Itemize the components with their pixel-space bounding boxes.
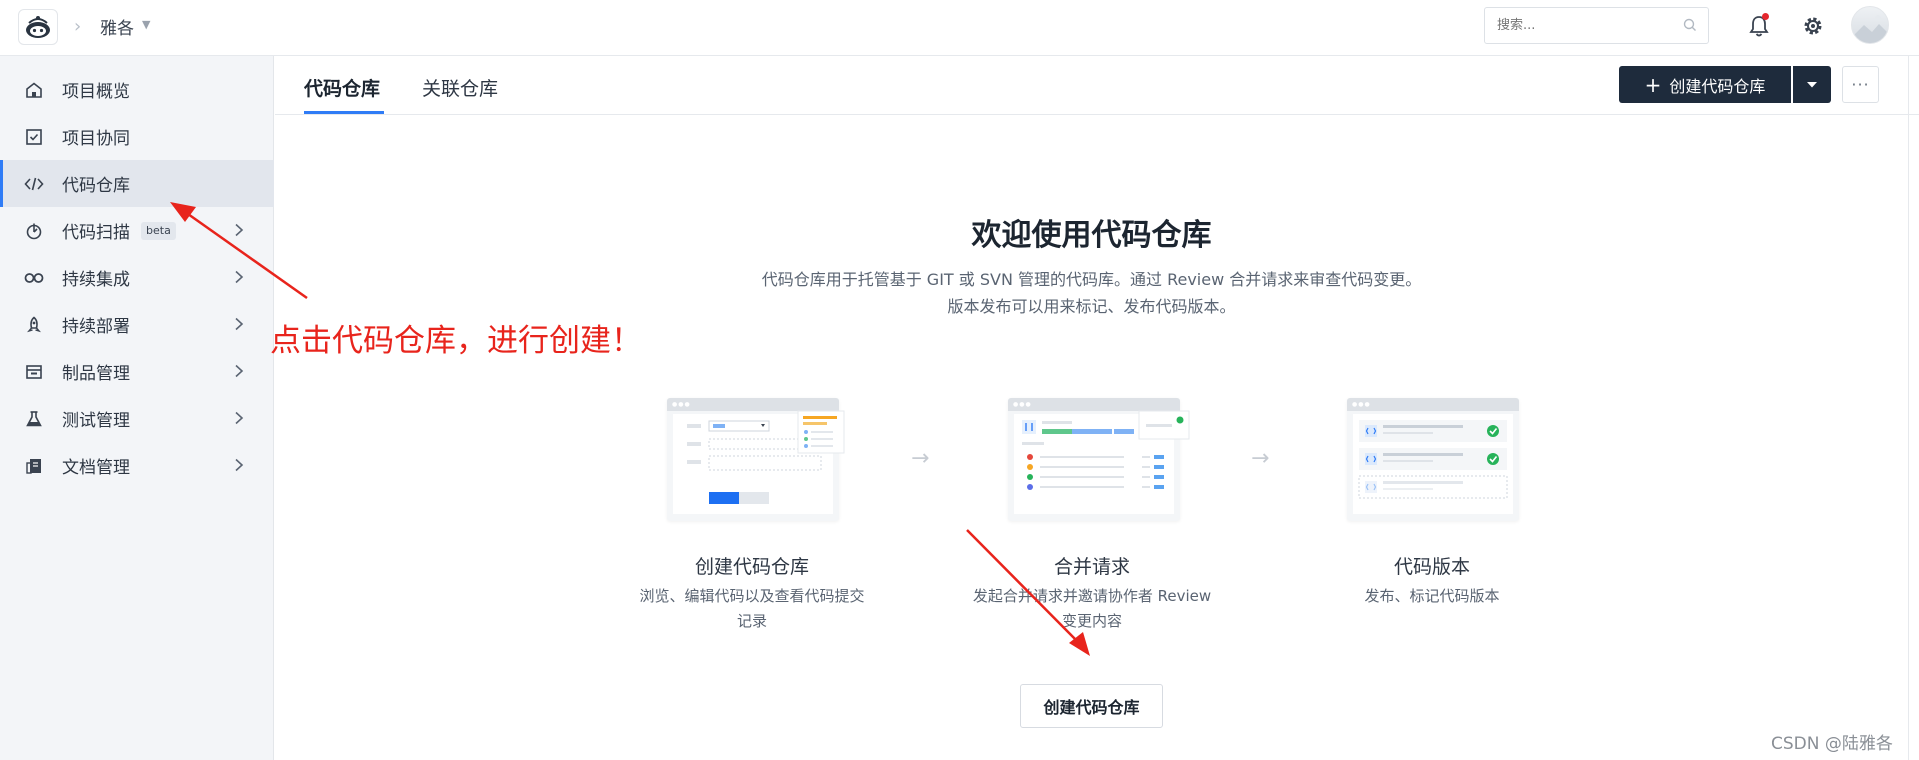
chevron-right-icon xyxy=(235,317,244,331)
sidebar-item-label: 代码仓库 xyxy=(62,176,130,196)
sidebar-item-collaboration[interactable]: 项目协同 xyxy=(0,113,274,160)
caret-down-icon xyxy=(1807,81,1817,87)
create-repo-main-button[interactable]: 创建代码仓库 xyxy=(1020,684,1163,728)
avatar-image-icon xyxy=(1852,15,1888,43)
project-caret-icon[interactable]: ▼ xyxy=(142,18,150,31)
card-title-create-repo: 创建代码仓库 xyxy=(694,556,809,578)
package-icon xyxy=(24,362,44,382)
rocket-icon xyxy=(24,315,44,335)
project-name[interactable]: 雅各 xyxy=(100,14,134,39)
chevron-right-icon xyxy=(235,458,244,472)
create-repo-button[interactable]: + 创建代码仓库 xyxy=(1619,66,1791,103)
search-box[interactable] xyxy=(1484,7,1709,44)
sidebar-item-label: 持续部署 xyxy=(62,317,130,337)
code-version-illustration: ●●● xyxy=(1347,398,1519,521)
welcome-description-line1: 代码仓库用于托管基于 GIT 或 SVN 管理的代码库。通过 Review 合并… xyxy=(761,270,1422,289)
code-icon xyxy=(24,174,44,194)
sidebar-item-label: 持续集成 xyxy=(62,270,130,290)
flask-icon xyxy=(24,409,44,429)
sidebar-item-cd[interactable]: 持续部署 xyxy=(0,301,274,348)
infinity-icon xyxy=(24,268,44,288)
sidebar-item-label: 测试管理 xyxy=(62,411,130,431)
sidebar-item-testing[interactable]: 测试管理 xyxy=(0,395,274,442)
tab-bar: 代码仓库 关联仓库 + 创建代码仓库 ··· xyxy=(275,56,1919,115)
active-tab-indicator xyxy=(304,111,384,114)
more-horizontal-icon: ··· xyxy=(1851,75,1870,94)
welcome-title: 欢迎使用代码仓库 xyxy=(971,218,1212,253)
notification-dot xyxy=(1762,13,1769,20)
create-repo-illustration: ●●● xyxy=(667,398,845,521)
gear-icon[interactable] xyxy=(1801,14,1825,38)
chevron-right-icon xyxy=(235,270,244,284)
step-arrow-icon: → xyxy=(911,446,930,471)
beta-badge: beta xyxy=(141,222,176,240)
chevron-right-icon xyxy=(235,411,244,425)
document-icon xyxy=(24,456,44,476)
scrollbar-edge xyxy=(1908,56,1909,760)
more-options-button[interactable]: ··· xyxy=(1842,66,1879,103)
search-input[interactable] xyxy=(1485,8,1665,43)
chevron-right-icon xyxy=(235,364,244,378)
sidebar-item-label: 代码扫描 xyxy=(62,223,130,243)
card-title-code-version: 代码版本 xyxy=(1393,556,1470,578)
welcome-description-line2: 版本发布可以用来标记、发布代码版本。 xyxy=(947,297,1236,316)
search-icon[interactable] xyxy=(1682,17,1698,33)
tab-linked-repo[interactable]: 关联仓库 xyxy=(422,74,498,101)
card-desc-merge-request-line1: 发起合并请求并邀请协作者 Review xyxy=(972,587,1212,605)
checkbox-board-icon xyxy=(24,127,44,147)
sidebar-item-label: 文档管理 xyxy=(62,458,130,478)
sidebar-item-label: 项目协同 xyxy=(62,129,130,149)
create-repo-label: 创建代码仓库 xyxy=(1669,76,1766,96)
tab-code-repo[interactable]: 代码仓库 xyxy=(304,74,380,101)
card-desc-create-repo-line1: 浏览、编辑代码以及查看代码提交 xyxy=(639,587,865,605)
sidebar: 项目概览 项目协同 代码仓库 代码扫描 beta 持续集成 持续部署 制品管理 … xyxy=(0,56,274,760)
sidebar-item-label: 项目概览 xyxy=(62,82,130,102)
sidebar-item-label: 制品管理 xyxy=(62,364,130,384)
home-icon xyxy=(24,80,44,100)
sidebar-item-overview[interactable]: 项目概览 xyxy=(0,66,274,113)
watermark: CSDN @陆雅各 xyxy=(1771,734,1893,754)
card-title-merge-request: 合并请求 xyxy=(1053,556,1130,578)
merge-request-illustration: ●●● xyxy=(1008,398,1190,521)
chevron-right-icon xyxy=(235,223,244,237)
card-desc-merge-request-line2: 变更内容 xyxy=(1061,612,1122,630)
create-repo-dropdown-button[interactable] xyxy=(1793,66,1831,103)
top-bar: › 雅各 ▼ xyxy=(0,0,1919,56)
scan-icon xyxy=(24,221,44,241)
card-desc-code-version: 发布、标记代码版本 xyxy=(1364,587,1500,605)
sidebar-item-code-repo[interactable]: 代码仓库 xyxy=(0,160,274,207)
avatar[interactable] xyxy=(1851,6,1889,44)
sidebar-item-code-scan[interactable]: 代码扫描 beta xyxy=(0,207,274,254)
annotation-text: 点击代码仓库，进行创建！ xyxy=(270,323,642,359)
sidebar-item-docs[interactable]: 文档管理 xyxy=(0,442,274,489)
app-logo[interactable] xyxy=(18,9,58,45)
logo-icon xyxy=(26,16,50,38)
breadcrumb-separator-icon: › xyxy=(74,16,82,37)
sidebar-item-artifacts[interactable]: 制品管理 xyxy=(0,348,274,395)
step-arrow-icon: → xyxy=(1251,446,1270,471)
card-desc-create-repo-line2: 记录 xyxy=(736,612,767,630)
plus-icon: + xyxy=(1644,72,1662,97)
sidebar-item-ci[interactable]: 持续集成 xyxy=(0,254,274,301)
